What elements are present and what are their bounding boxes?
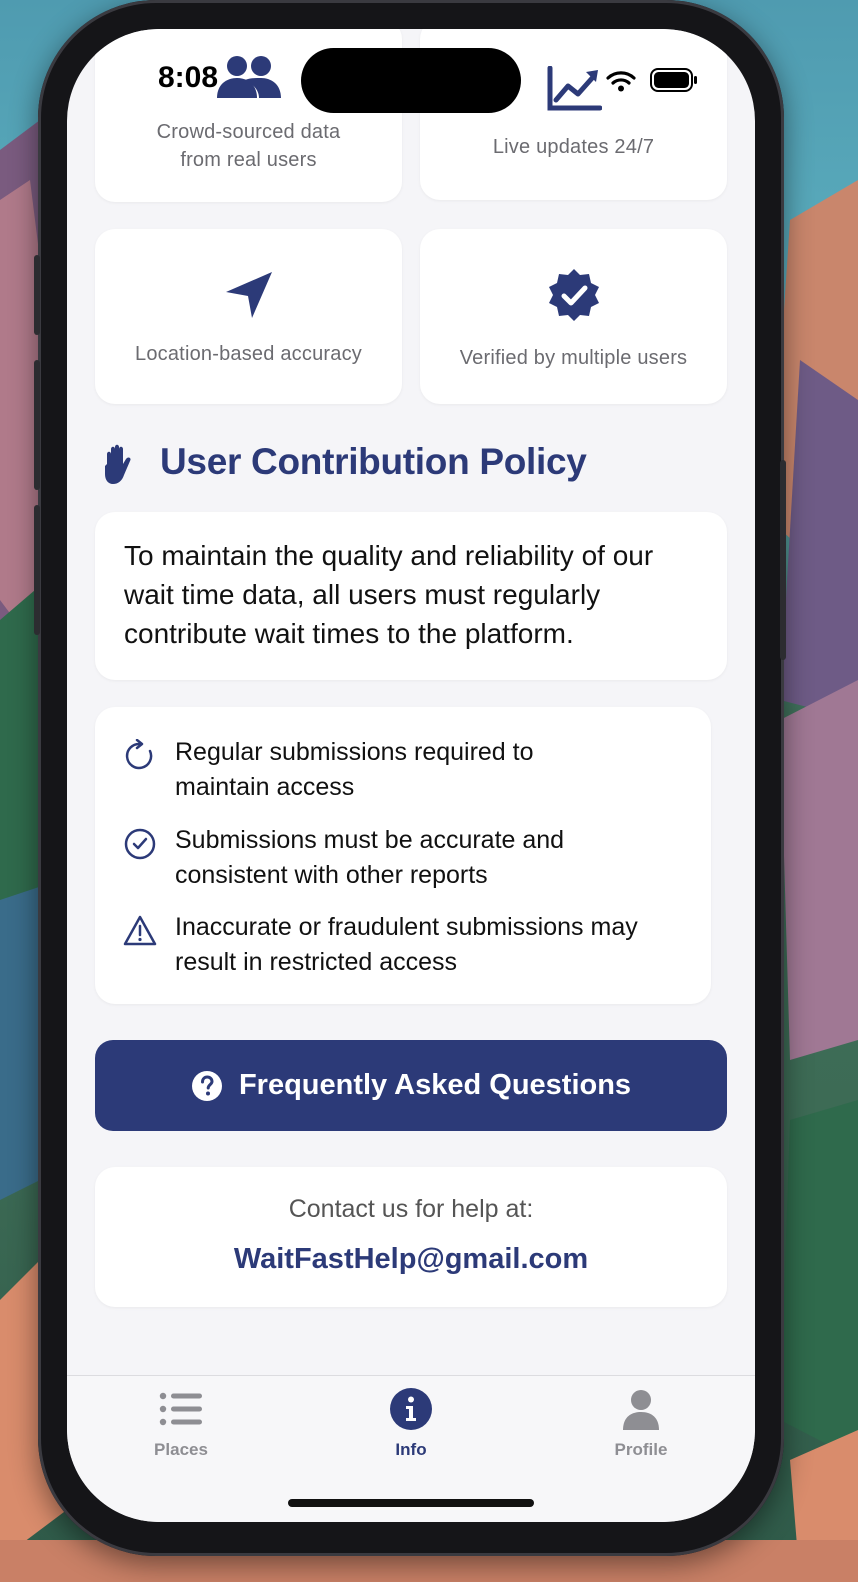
info-circle-icon bbox=[390, 1388, 432, 1430]
check-circle-icon bbox=[124, 828, 156, 860]
rule-text: Submissions must be accurate and consist… bbox=[175, 823, 695, 893]
contact-label: Contact us for help at: bbox=[288, 1195, 534, 1223]
volume-button bbox=[34, 505, 40, 635]
tab-places[interactable]: Places bbox=[101, 1376, 261, 1476]
rule-row: Regular submissions required to maintain… bbox=[95, 735, 711, 815]
location-arrow-icon bbox=[225, 272, 272, 318]
app-screen: Crowd-sourced data from real users Live … bbox=[67, 29, 755, 1522]
policy-description: To maintain the quality and reliability … bbox=[124, 540, 654, 649]
rule-text-line: maintain access bbox=[175, 773, 355, 801]
faq-button[interactable]: Frequently Asked Questions bbox=[95, 1040, 727, 1131]
tab-info[interactable]: Info bbox=[331, 1376, 491, 1476]
rule-row: Inaccurate or fraudulent submissions may… bbox=[95, 910, 711, 990]
contact-email-link[interactable]: WaitFastHelp@gmail.com bbox=[95, 1243, 727, 1276]
contact-card: Contact us for help at: WaitFastHelp@gma… bbox=[95, 1167, 727, 1307]
rule-row: Submissions must be accurate and consist… bbox=[95, 823, 711, 903]
verified-badge-icon bbox=[548, 269, 599, 321]
feature-card-location: Location-based accuracy bbox=[95, 229, 402, 404]
tab-label: Info bbox=[395, 1440, 427, 1459]
rule-text: Regular submissions required to maintain… bbox=[175, 735, 695, 805]
feature-text-verified: Verified by multiple users bbox=[459, 347, 688, 369]
policy-title: User Contribution Policy bbox=[160, 441, 587, 482]
feature-text-crowd: Crowd-sourced data from real users bbox=[95, 118, 402, 174]
warning-icon bbox=[123, 915, 157, 946]
rule-text-line: consistent with other reports bbox=[175, 861, 488, 889]
feature-text-live: Live updates 24/7 bbox=[492, 136, 655, 158]
dynamic-island bbox=[301, 48, 521, 113]
faq-button-label: Frequently Asked Questions bbox=[238, 1069, 632, 1101]
person-icon bbox=[623, 1390, 659, 1430]
question-circle-icon bbox=[191, 1070, 222, 1101]
battery-icon bbox=[650, 68, 697, 92]
chart-line-icon bbox=[547, 66, 602, 111]
volume-button bbox=[34, 255, 40, 335]
status-time: 8:08 bbox=[158, 61, 219, 94]
feature-text-line: Crowd-sourced data bbox=[156, 121, 341, 143]
rule-text: Inaccurate or fraudulent submissions may… bbox=[175, 910, 695, 980]
tab-profile[interactable]: Profile bbox=[561, 1376, 721, 1476]
hand-icon bbox=[105, 444, 131, 484]
policy-description-card: To maintain the quality and reliability … bbox=[95, 512, 727, 680]
rule-text-line: Regular submissions required to bbox=[175, 738, 534, 766]
volume-button bbox=[34, 360, 40, 490]
policy-rules-card: Regular submissions required to maintain… bbox=[95, 707, 711, 1004]
rule-text-line: result in restricted access bbox=[175, 948, 458, 976]
tab-label: Profile bbox=[614, 1440, 668, 1459]
rule-text-line: Inaccurate or fraudulent submissions may bbox=[175, 913, 638, 941]
power-button bbox=[780, 460, 786, 660]
home-indicator bbox=[288, 1499, 534, 1507]
users-icon bbox=[216, 56, 281, 98]
feature-text-line: from real users bbox=[180, 149, 317, 171]
refresh-icon bbox=[125, 739, 153, 770]
feature-card-verified: Verified by multiple users bbox=[420, 229, 727, 404]
rule-text-line: Submissions must be accurate and bbox=[175, 826, 565, 854]
wifi-icon bbox=[606, 71, 636, 92]
list-icon bbox=[159, 1392, 202, 1426]
tab-label: Places bbox=[154, 1440, 208, 1459]
feature-text-location: Location-based accuracy bbox=[135, 343, 362, 365]
